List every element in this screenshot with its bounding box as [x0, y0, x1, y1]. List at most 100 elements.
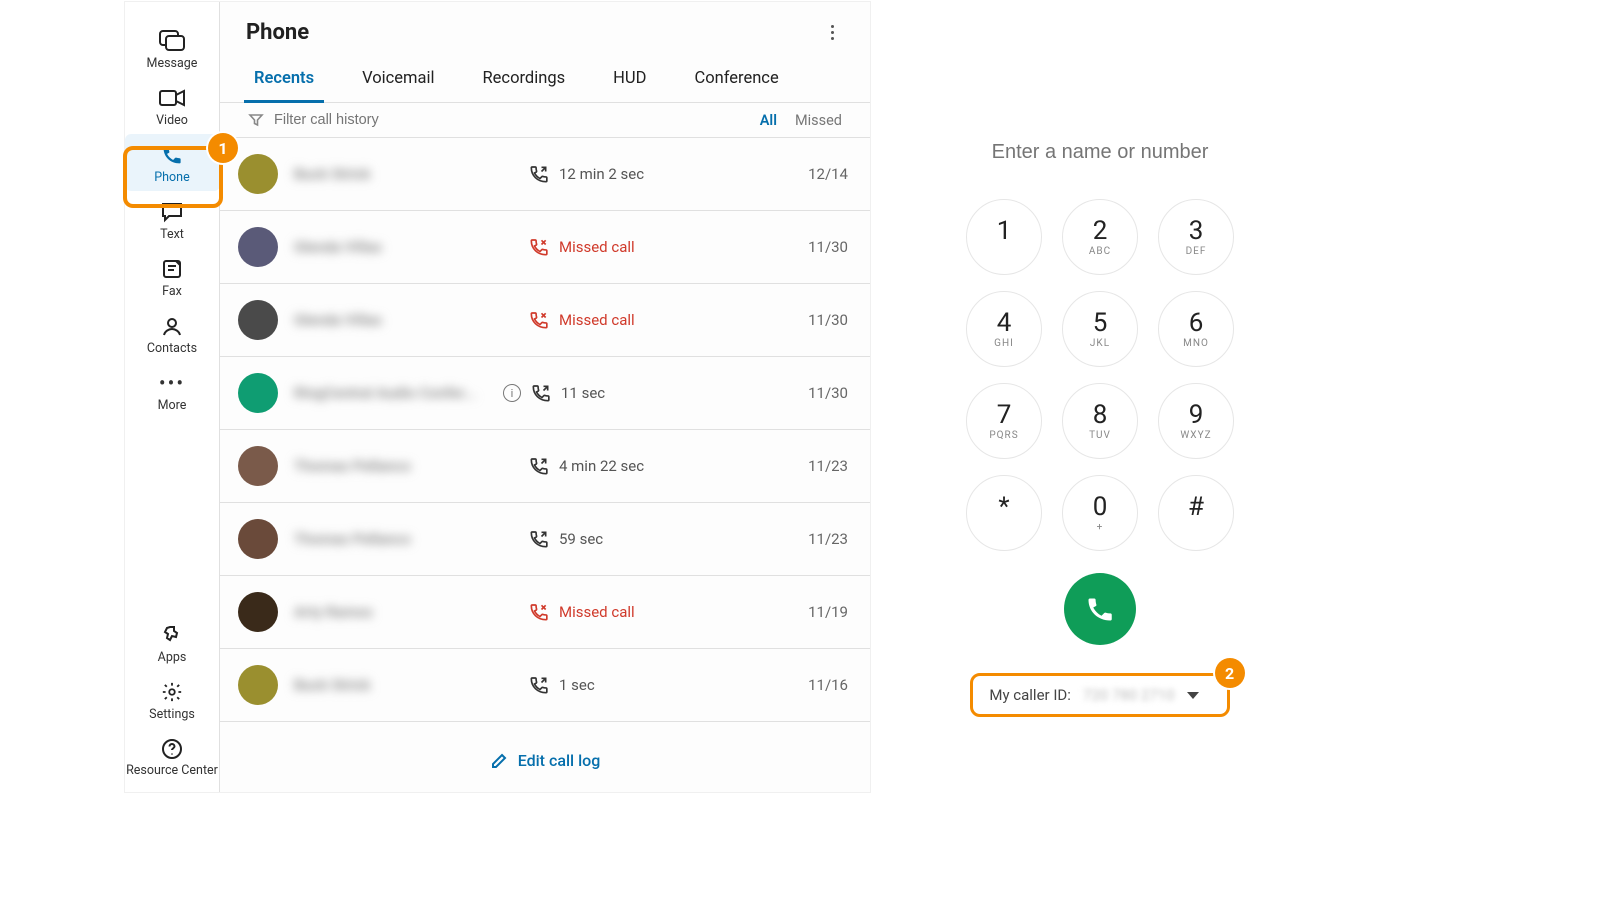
keypad-digit: #: [1188, 492, 1204, 522]
call-row[interactable]: Glenda VillasMissed call11/30: [220, 284, 870, 357]
sidebar-item-text[interactable]: Text: [125, 191, 220, 248]
outgoing-call-icon: [531, 383, 551, 403]
kebab-menu-button[interactable]: [820, 21, 844, 45]
keypad-digit: 3: [1189, 216, 1204, 246]
tabs: Recents Voicemail Recordings HUD Confere…: [220, 51, 870, 103]
keypad-digit: 1: [997, 216, 1012, 246]
caller-id-dropdown[interactable]: My caller ID: 720 780 2710 2: [970, 673, 1229, 717]
dial-input[interactable]: [970, 140, 1230, 165]
call-name: Buck Strick: [294, 165, 529, 183]
keypad-digit: 4: [997, 308, 1012, 338]
tab-conference[interactable]: Conference: [690, 61, 782, 102]
call-date: 11/30: [788, 311, 848, 329]
video-icon: [159, 85, 185, 111]
tab-voicemail[interactable]: Voicemail: [358, 61, 438, 102]
phone-app-window: Message Video Phone: [125, 2, 870, 792]
keypad-letters: DEF: [1186, 246, 1207, 258]
sidebar-item-resource-center[interactable]: Resource Center: [125, 728, 220, 792]
keypad-key-5[interactable]: 5JKL: [1062, 291, 1138, 367]
outgoing-call-icon: [529, 164, 549, 184]
sidebar-item-apps[interactable]: Apps: [125, 614, 220, 671]
avatar: [238, 665, 278, 705]
edit-call-log-button[interactable]: Edit call log: [220, 729, 870, 792]
call-button[interactable]: [1064, 573, 1136, 645]
call-status: 4 min 22 sec: [529, 456, 788, 476]
keypad-digit: 9: [1189, 400, 1204, 430]
sidebar-item-message[interactable]: Message: [125, 20, 220, 77]
keypad-letters: TUV: [1089, 430, 1111, 442]
call-row[interactable]: Buck Strick1 sec11/16: [220, 649, 870, 722]
keypad-key-8[interactable]: 8TUV: [1062, 383, 1138, 459]
keypad-key-0[interactable]: 0+: [1062, 475, 1138, 551]
call-date: 11/19: [788, 603, 848, 621]
keypad-letters: +: [1097, 522, 1104, 534]
sidebar-item-label: Message: [147, 56, 198, 71]
tab-hud[interactable]: HUD: [609, 61, 650, 102]
keypad-digit: 6: [1189, 308, 1204, 338]
sidebar-item-label: Settings: [149, 707, 195, 722]
sidebar-item-fax[interactable]: Fax: [125, 248, 220, 305]
sidebar-item-label: More: [158, 398, 187, 413]
tab-recents[interactable]: Recents: [250, 61, 318, 102]
call-status: Missed call: [529, 237, 788, 257]
tab-recordings[interactable]: Recordings: [479, 61, 570, 102]
keypad-key-#[interactable]: #: [1158, 475, 1234, 551]
call-date: 11/23: [788, 457, 848, 475]
call-status: 59 sec: [529, 529, 788, 549]
call-status-text: Missed call: [559, 238, 635, 256]
avatar: [238, 154, 278, 194]
sidebar-item-label: Fax: [162, 284, 182, 299]
sidebar-item-label: Contacts: [147, 341, 197, 356]
keypad-key-2[interactable]: 2ABC: [1062, 199, 1138, 275]
phone-icon: [161, 142, 183, 168]
call-date: 11/16: [788, 676, 848, 694]
keypad-digit: 2: [1093, 216, 1108, 246]
keypad-key-*[interactable]: *: [966, 475, 1042, 551]
call-name: Buck Strick: [294, 676, 529, 694]
apps-icon: [161, 622, 183, 648]
sidebar-item-phone[interactable]: Phone: [125, 134, 220, 191]
keypad-key-9[interactable]: 9WXYZ: [1158, 383, 1234, 459]
outgoing-call-icon: [529, 529, 549, 549]
sidebar-item-settings[interactable]: Settings: [125, 671, 220, 728]
keypad-letters: JKL: [1090, 338, 1110, 350]
filter-icon[interactable]: [248, 112, 264, 128]
call-row[interactable]: Glenda VillasMissed call11/30: [220, 211, 870, 284]
caller-id-label: My caller ID:: [989, 686, 1071, 704]
call-name: Arty Ramos: [294, 603, 529, 621]
filter-all[interactable]: All: [760, 112, 777, 129]
filter-bar: All Missed: [220, 103, 870, 138]
call-row[interactable]: RingCentral Audio Confer...i11 sec11/30: [220, 357, 870, 430]
sidebar-item-video[interactable]: Video: [125, 77, 220, 134]
main-panel: Phone Recents Voicemail Recordings HUD C…: [220, 2, 870, 792]
sidebar-item-label: Resource Center: [126, 764, 218, 778]
sidebar-item-more[interactable]: ••• More: [125, 362, 220, 419]
call-row[interactable]: Arty Ramos Missed call 11/19: [220, 576, 870, 649]
keypad-key-1[interactable]: 1: [966, 199, 1042, 275]
filter-missed[interactable]: Missed: [795, 112, 842, 129]
call-date: 11/30: [788, 238, 848, 256]
keypad-key-3[interactable]: 3DEF: [1158, 199, 1234, 275]
help-icon: [161, 736, 183, 762]
call-row[interactable]: Thomas Pellanco4 min 22 sec11/23: [220, 430, 870, 503]
call-status-text: Missed call: [559, 603, 635, 621]
call-row[interactable]: Buck Strick12 min 2 sec12/14: [220, 138, 870, 211]
filter-input[interactable]: [272, 111, 452, 129]
keypad-digit: 7: [997, 400, 1012, 430]
keypad-digit: 0: [1093, 492, 1108, 522]
missed-call-icon: [529, 602, 549, 622]
keypad-digit: 8: [1093, 400, 1108, 430]
keypad: 1 2ABC 3DEF 4GHI 5JKL 6MNO 7PQRS 8TUV 9WXYZ * 0+ #: [966, 199, 1234, 551]
sidebar-item-label: Video: [156, 113, 188, 128]
keypad-key-4[interactable]: 4GHI: [966, 291, 1042, 367]
more-icon: •••: [159, 370, 185, 396]
keypad-key-7[interactable]: 7PQRS: [966, 383, 1042, 459]
sidebar-item-contacts[interactable]: Contacts: [125, 305, 220, 362]
call-status: Missed call: [529, 602, 788, 622]
call-row[interactable]: Thomas Pellanco59 sec11/23: [220, 503, 870, 576]
keypad-key-6[interactable]: 6MNO: [1158, 291, 1234, 367]
step-badge-2: 2: [1215, 658, 1245, 688]
text-icon: [160, 199, 184, 225]
call-date: 11/23: [788, 530, 848, 548]
avatar: [238, 227, 278, 267]
